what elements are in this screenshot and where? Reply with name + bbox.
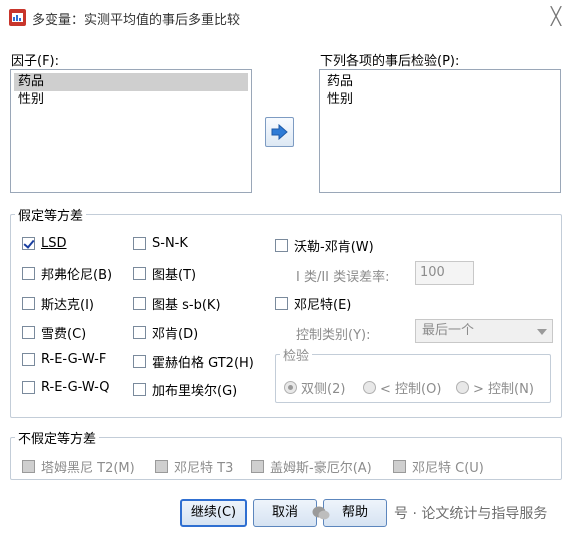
- tukey-b-checkbox[interactable]: 图基 s-b(K): [133, 294, 221, 313]
- continue-button[interactable]: 继续(C): [180, 499, 247, 527]
- close-icon[interactable]: ╳: [546, 6, 566, 28]
- tukey-checkbox[interactable]: 图基(T): [133, 264, 196, 283]
- control-category-label: 控制类别(Y):: [296, 328, 371, 343]
- watermark: 号 · 论文统计与指导服务: [312, 503, 547, 523]
- gabriel-checkbox[interactable]: 加布里埃尔(G): [133, 380, 237, 399]
- sidak-checkbox[interactable]: 斯达克(I): [22, 294, 94, 313]
- regwf-checkbox[interactable]: R-E-G-W-F: [22, 352, 106, 367]
- control-category-select[interactable]: 最后一个: [415, 319, 553, 343]
- snk-checkbox[interactable]: S-N-K: [133, 236, 188, 251]
- factors-listbox[interactable]: 药品 性别: [10, 69, 252, 193]
- dunnett-t3-checkbox[interactable]: 邓尼特 T3: [155, 457, 233, 476]
- games-howell-checkbox[interactable]: 盖姆斯-豪厄尔(A): [251, 457, 372, 476]
- chevron-down-icon: [537, 329, 547, 335]
- error-ratio-field[interactable]: 100: [415, 261, 474, 285]
- factors-label: 因子(F):: [11, 54, 60, 69]
- posthoc-item-sex[interactable]: 性别: [323, 91, 557, 109]
- error-ratio-label: I 类/II 类误差率:: [296, 270, 390, 285]
- title-bar: 多变量：实测平均值的事后多重比较 ╳: [0, 0, 572, 36]
- posthoc-label: 下列各项的事后检验(P):: [320, 54, 460, 69]
- spss-app-icon: [9, 9, 26, 26]
- hochberg-checkbox[interactable]: 霍赫伯格 GT2(H): [133, 352, 254, 371]
- move-right-button[interactable]: [265, 117, 294, 147]
- waller-duncan-checkbox[interactable]: 沃勒-邓肯(W): [275, 236, 374, 255]
- posthoc-item-drug[interactable]: 药品: [323, 73, 557, 91]
- dunnett-checkbox[interactable]: 邓尼特(E): [275, 294, 351, 313]
- watermark-text: 号 · 论文统计与指导服务: [394, 506, 548, 522]
- lsd-check-box[interactable]: [22, 237, 35, 250]
- tamhane-checkbox[interactable]: 塔姆黑尼 T2(M): [22, 457, 135, 476]
- two-sided-radio[interactable]: 双侧(2): [284, 378, 345, 397]
- dunnett-c-checkbox[interactable]: 邓尼特 C(U): [393, 457, 484, 476]
- duncan-checkbox[interactable]: 邓肯(D): [133, 323, 198, 342]
- regwq-checkbox[interactable]: R-E-G-W-Q: [22, 380, 110, 395]
- posthoc-listbox[interactable]: 药品 性别: [319, 69, 561, 193]
- bonferroni-checkbox[interactable]: 邦弗伦尼(B): [22, 264, 112, 283]
- lsd-checkbox[interactable]: LSD: [22, 236, 67, 251]
- scheffe-checkbox[interactable]: 雪费(C): [22, 323, 86, 342]
- greater-than-control-radio[interactable]: > 控制(N): [456, 378, 534, 397]
- wechat-icon: [312, 506, 330, 520]
- less-than-control-radio[interactable]: < 控制(O): [363, 378, 441, 397]
- cancel-button[interactable]: 取消: [253, 499, 317, 527]
- unequal-variances-legend: 不假定等方差: [18, 432, 97, 447]
- factors-item-drug[interactable]: 药品: [14, 73, 248, 91]
- window-title: 多变量：实测平均值的事后多重比较: [32, 13, 241, 28]
- arrow-right-icon: [271, 124, 288, 140]
- test-legend: 检验: [283, 349, 310, 364]
- equal-variances-legend: 假定等方差: [18, 209, 84, 224]
- factors-item-sex[interactable]: 性别: [14, 91, 248, 109]
